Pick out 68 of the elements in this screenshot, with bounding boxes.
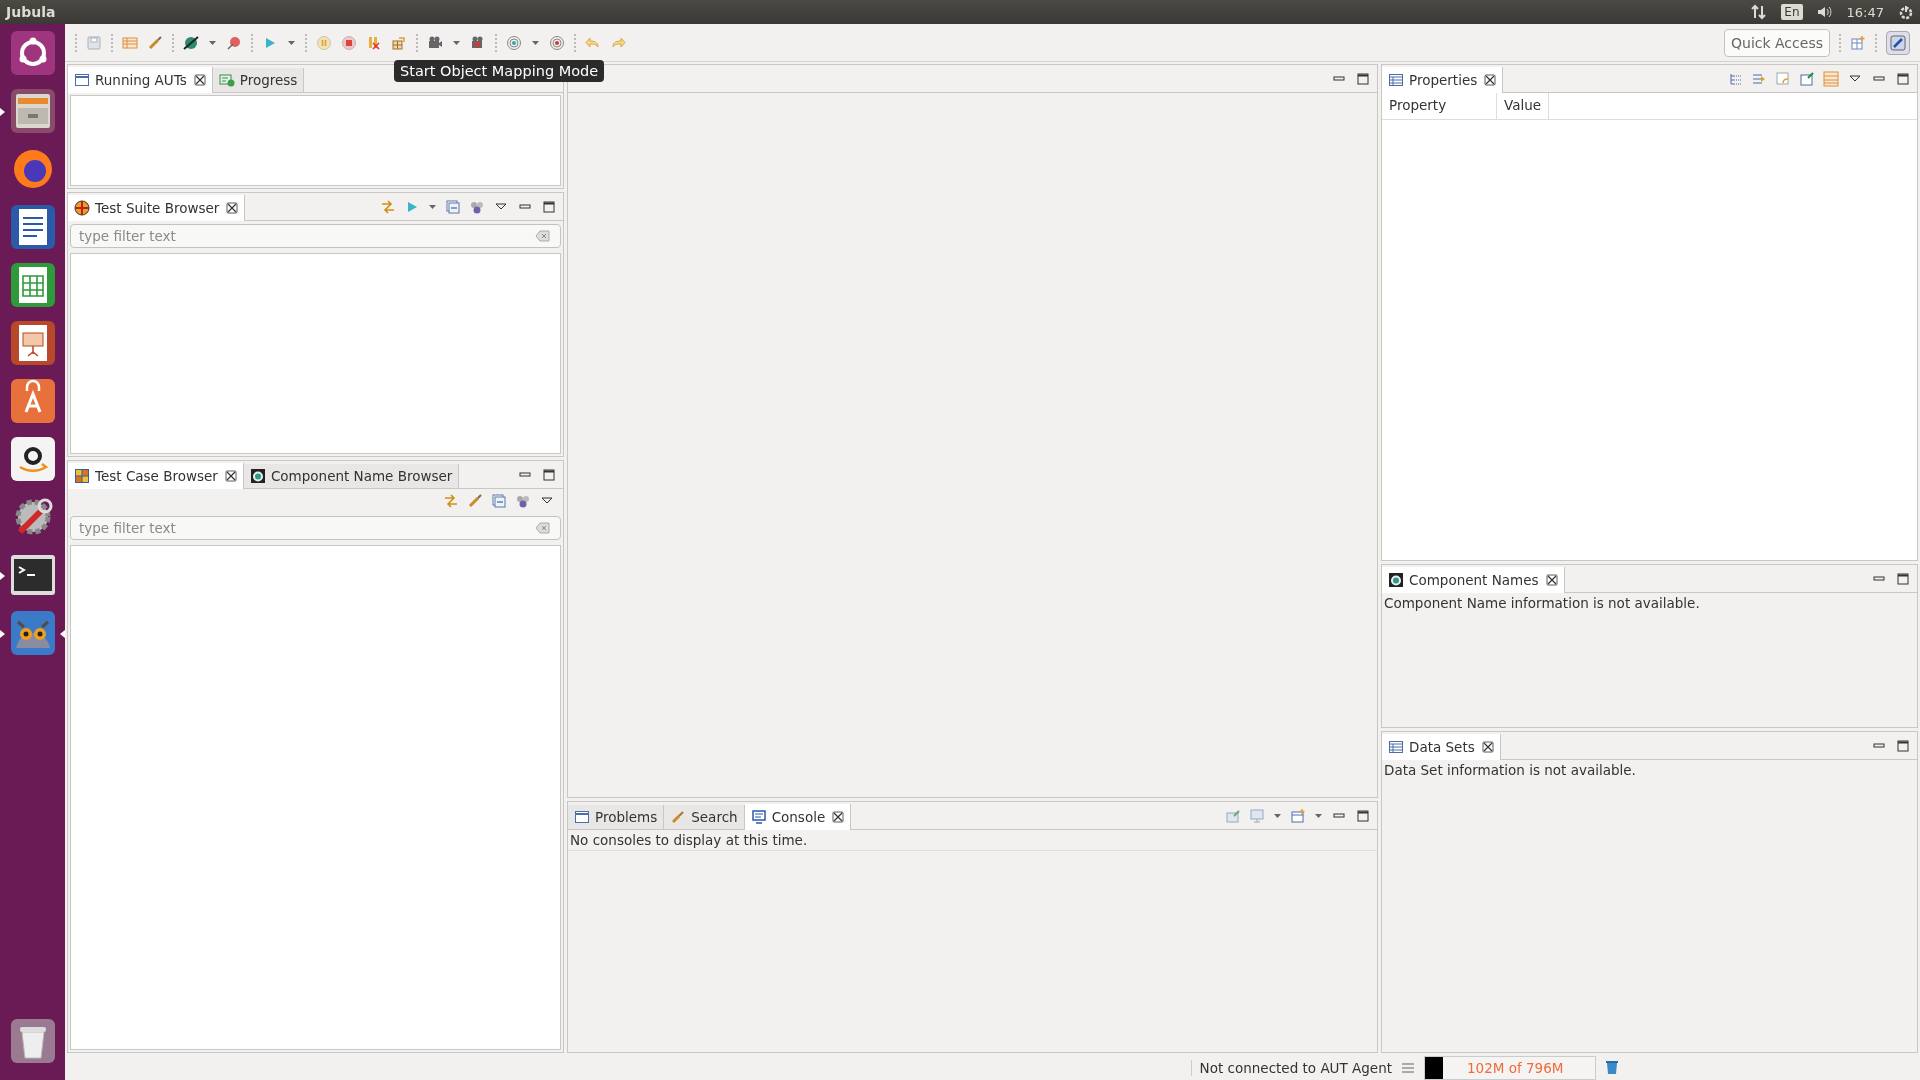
garbage-collect-icon[interactable] xyxy=(1604,1058,1620,1077)
maximize-icon[interactable] xyxy=(1895,737,1911,754)
close-icon[interactable] xyxy=(191,72,206,88)
clear-icon[interactable] xyxy=(535,228,551,244)
view-tab[interactable]: Console xyxy=(744,804,852,830)
ball-icon xyxy=(74,200,90,216)
clock-time[interactable]: 16:47 xyxy=(1846,4,1884,20)
info-message: Data Set information is not available. xyxy=(1383,761,1637,780)
grid-refresh-icon[interactable] xyxy=(391,34,407,51)
close-icon[interactable] xyxy=(224,200,239,216)
new-window-icon[interactable] xyxy=(1290,807,1306,824)
maximize-icon[interactable] xyxy=(1895,570,1911,587)
window-icon xyxy=(574,809,590,825)
pin-icon[interactable] xyxy=(1799,70,1815,87)
view-tab[interactable]: Running AUTs xyxy=(68,67,213,93)
maximize-icon[interactable] xyxy=(541,198,557,215)
collapse-all-icon[interactable] xyxy=(445,198,461,215)
target-icon[interactable] xyxy=(549,34,565,51)
transfer-arrows-icon[interactable] xyxy=(1751,4,1768,20)
close-icon[interactable] xyxy=(1482,72,1497,88)
grid-icon xyxy=(74,468,90,484)
collapse-all-icon[interactable] xyxy=(491,493,507,509)
view-tab[interactable]: Test Case Browser xyxy=(68,463,244,489)
balls-icon[interactable] xyxy=(515,493,531,509)
info-message: Component Name information is not available. xyxy=(1383,594,1701,613)
close-icon[interactable] xyxy=(1479,739,1494,755)
view-tab[interactable]: Properties xyxy=(1382,67,1504,93)
view-tab[interactable]: Component Name Browser xyxy=(243,464,460,488)
pen-icon[interactable] xyxy=(147,34,163,51)
view-tab[interactable]: Progress xyxy=(212,68,305,92)
column-header[interactable]: Value xyxy=(1497,93,1550,119)
maximize-icon[interactable] xyxy=(541,466,557,483)
maximize-icon[interactable] xyxy=(1355,807,1371,824)
pen-icon[interactable] xyxy=(467,493,483,509)
keyboard-layout-indicator[interactable]: En xyxy=(1781,4,1803,20)
tooltip-text: Start Object Mapping Mode xyxy=(400,63,599,79)
filter-field[interactable]: type filter text xyxy=(70,516,561,540)
maximize-icon[interactable] xyxy=(1895,70,1911,87)
window-icon xyxy=(74,72,90,88)
close-icon[interactable] xyxy=(830,809,845,825)
quick-access-field[interactable]: Quick Access xyxy=(1724,28,1830,57)
app-title: Jubula xyxy=(6,4,56,20)
clear-icon[interactable] xyxy=(535,520,551,536)
view-tab[interactable]: Search xyxy=(664,805,745,829)
table-icon xyxy=(1388,739,1404,755)
close-icon[interactable] xyxy=(1543,572,1558,588)
console-icon xyxy=(750,809,767,825)
view-tab[interactable]: Test Suite Browser xyxy=(68,195,246,221)
view-tab[interactable]: Problems xyxy=(568,805,665,829)
bar-chart-icon[interactable] xyxy=(366,34,382,51)
column-header[interactable]: Property xyxy=(1382,93,1497,119)
volume-icon[interactable] xyxy=(1816,4,1833,20)
table-icon xyxy=(1388,72,1404,88)
stop-icon[interactable] xyxy=(341,34,357,51)
close-icon[interactable] xyxy=(222,468,237,484)
lens-icon xyxy=(249,468,266,484)
power-gear-icon[interactable] xyxy=(1898,4,1914,20)
filter-field[interactable]: type filter text xyxy=(70,224,561,248)
lens-icon xyxy=(1388,572,1404,588)
view-tab[interactable]: Data Sets xyxy=(1382,734,1501,760)
progress-icon xyxy=(218,72,235,88)
target-icon[interactable] xyxy=(506,34,522,51)
info-message: No consoles to display at this time. xyxy=(568,830,1377,851)
view-tab[interactable]: Component Names xyxy=(1382,567,1565,593)
camera-icon[interactable] xyxy=(427,34,443,51)
connection-status: Not connected to AUT Agent xyxy=(1190,1059,1392,1076)
maximize-icon[interactable] xyxy=(1355,70,1371,87)
globe-icon[interactable] xyxy=(183,34,199,51)
